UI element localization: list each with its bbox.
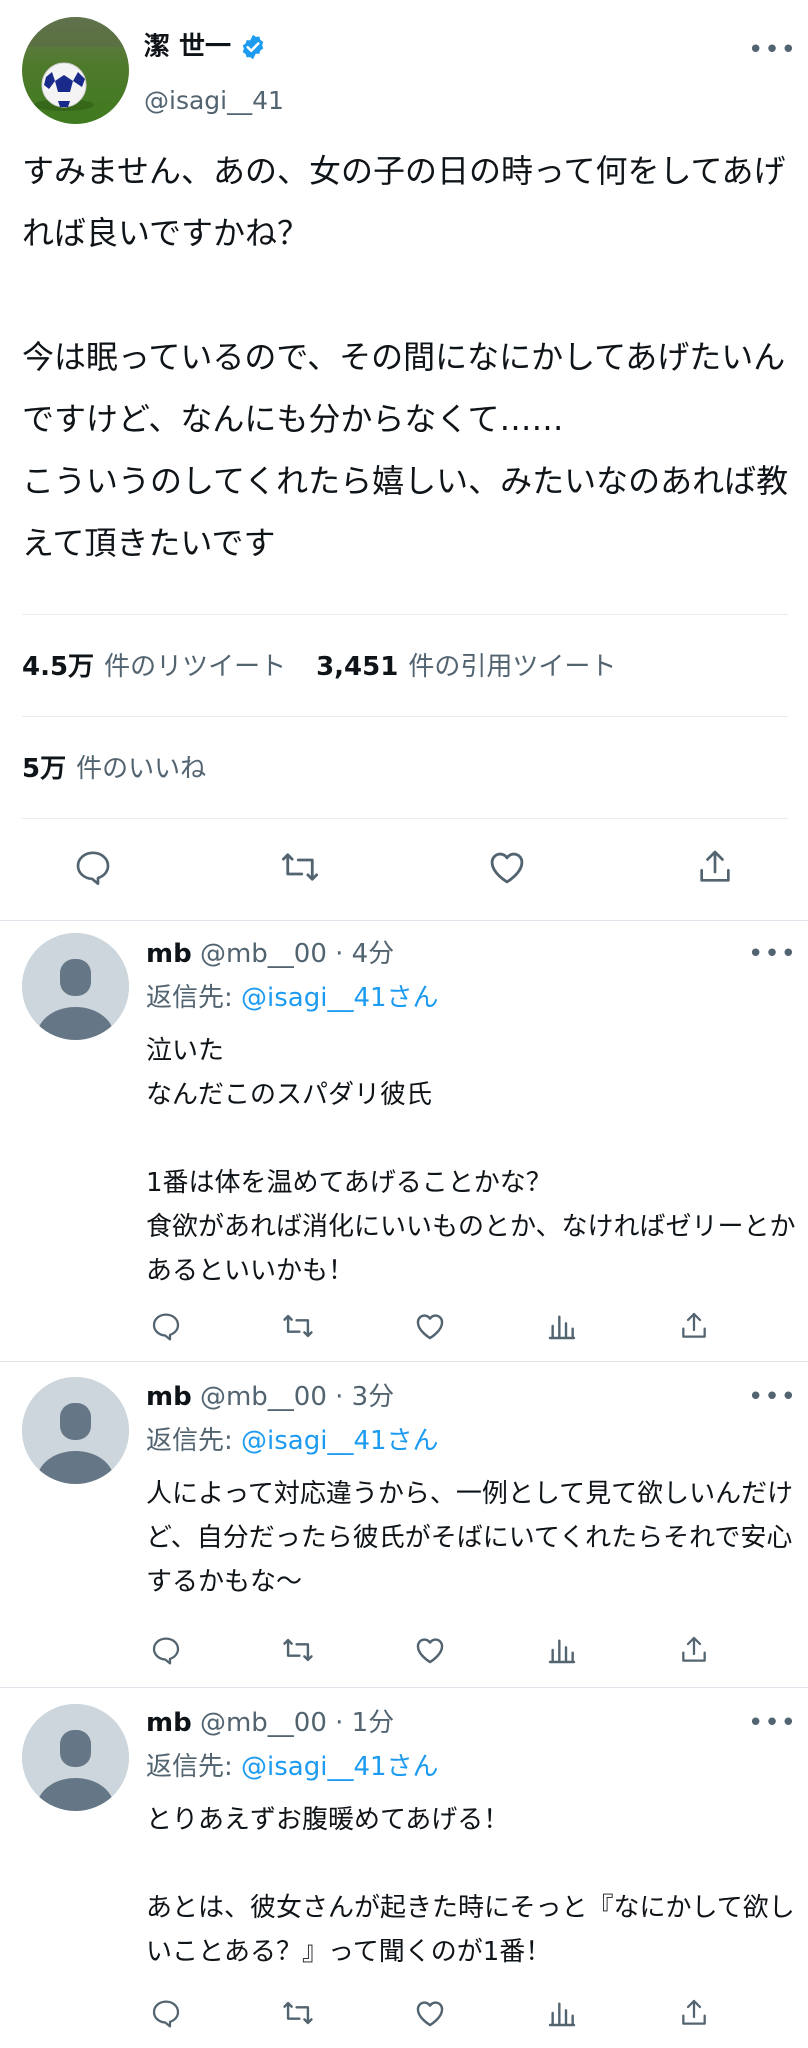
reply-to-line: 返信先: @isagi__41さん (146, 1424, 439, 1458)
reply-icon[interactable] (146, 1306, 186, 1346)
default-avatar-icon (22, 933, 129, 1040)
retweet-icon[interactable] (278, 1306, 318, 1346)
reply-to-line: 返信先: @isagi__41さん (146, 981, 439, 1015)
author-handle[interactable]: @isagi__41 (144, 84, 284, 118)
author-name[interactable]: 潔 世一 (144, 30, 267, 64)
soccer-ball-avatar-image (22, 17, 129, 124)
share-icon[interactable] (674, 1306, 714, 1346)
divider (22, 818, 788, 819)
retweet-icon[interactable] (278, 1993, 318, 2033)
share-icon[interactable] (674, 1630, 714, 1670)
author-handle[interactable]: @mb__00 (200, 1708, 327, 1738)
display-name: 潔 世一 (144, 32, 232, 62)
avatar[interactable] (22, 933, 129, 1040)
verified-badge-icon (242, 34, 264, 60)
reply-text: とりあえずお腹暖めてあげる！ あとは、彼女さんが起きた時にそっと『なにかして欲し… (146, 1805, 795, 1967)
display-name[interactable]: mb (146, 1382, 192, 1412)
analytics-icon[interactable] (542, 1993, 582, 2033)
avatar[interactable] (22, 17, 129, 124)
retweet-icon[interactable] (275, 842, 325, 892)
reply-to-label: 返信先: (146, 1426, 242, 1456)
author-handle[interactable]: @mb__00 (200, 939, 327, 969)
like-icon[interactable] (410, 1993, 450, 2033)
reply-action-bar (146, 1993, 736, 2033)
share-icon[interactable] (690, 842, 740, 892)
main-action-bar (0, 842, 808, 902)
analytics-icon[interactable] (542, 1306, 582, 1346)
tweet-text: すみません、あの、女の子の日の時って何をしてあげれば良いですかね？ 今は眠ってい… (22, 152, 789, 562)
reply-to-link[interactable]: @isagi__41さん (241, 1752, 439, 1782)
reply-action-bar (146, 1630, 736, 1670)
reply-to-label: 返信先: (146, 983, 242, 1013)
quotes-label: 件の引用ツイート (408, 652, 617, 682)
reply-icon[interactable] (146, 1993, 186, 2033)
reply-tweet[interactable]: mb @mb__00 · 3分 ••• 返信先: @isagi__41さん 人に… (0, 1362, 808, 1687)
more-options-icon[interactable]: ••• (748, 37, 797, 63)
more-options-icon[interactable]: ••• (748, 1384, 797, 1410)
reply-header: mb @mb__00 · 3分 (146, 1380, 394, 1414)
author-handle[interactable]: @mb__00 (200, 1382, 327, 1412)
retweets-count: 4.5万 (22, 652, 95, 682)
reply-tweet[interactable]: mb @mb__00 · 1分 ••• 返信先: @isagi__41さん とり… (0, 1688, 808, 2048)
reply-to-link[interactable]: @isagi__41さん (241, 983, 439, 1013)
timestamp[interactable]: · 3分 (335, 1382, 394, 1412)
display-name[interactable]: mb (146, 1708, 192, 1738)
likes-stats: 5万 件のいいね (22, 752, 236, 786)
timestamp[interactable]: · 4分 (335, 939, 394, 969)
divider (22, 614, 788, 615)
avatar[interactable] (22, 1704, 129, 1811)
reply-tweet[interactable]: mb @mb__00 · 4分 ••• 返信先: @isagi__41さん 泣い… (0, 921, 808, 1361)
retweet-icon[interactable] (278, 1630, 318, 1670)
like-icon[interactable] (482, 842, 532, 892)
retweets-label: 件のリツイート (104, 652, 287, 682)
analytics-icon[interactable] (542, 1630, 582, 1670)
share-icon[interactable] (674, 1993, 714, 2033)
divider (22, 716, 788, 717)
like-icon[interactable] (410, 1630, 450, 1670)
reply-text: 泣いた なんだこのスパダリ彼氏 1番は体を温めてあげることかな？ 食欲があれば消… (146, 1036, 796, 1286)
reply-to-line: 返信先: @isagi__41さん (146, 1750, 439, 1784)
reply-icon[interactable] (146, 1630, 186, 1670)
reply-to-link[interactable]: @isagi__41さん (241, 1426, 439, 1456)
likes-stat[interactable]: 5万 件のいいね (22, 752, 206, 786)
reply-header: mb @mb__00 · 4分 (146, 937, 394, 971)
display-name[interactable]: mb (146, 939, 192, 969)
more-options-icon[interactable]: ••• (748, 941, 797, 967)
like-icon[interactable] (410, 1306, 450, 1346)
reply-text: 人によって対応違うから、一例として見て欲しいんだけど、自分だったら彼氏がそばにい… (146, 1479, 794, 1597)
default-avatar-icon (22, 1704, 129, 1811)
quotes-stat[interactable]: 3,451 件の引用ツイート (316, 650, 616, 684)
retweets-stat[interactable]: 4.5万 件のリツイート (22, 650, 286, 684)
main-tweet: 潔 世一 @isagi__41 ••• すみません、あの、女の子の日の時って何を… (0, 0, 808, 920)
reply-icon[interactable] (68, 842, 118, 892)
likes-count: 5万 (22, 754, 67, 784)
avatar[interactable] (22, 1377, 129, 1484)
default-avatar-icon (22, 1377, 129, 1484)
reply-action-bar (146, 1306, 736, 1346)
timestamp[interactable]: · 1分 (335, 1708, 394, 1738)
likes-label: 件のいいね (76, 754, 207, 784)
retweet-quote-stats: 4.5万 件のリツイート 3,451 件の引用ツイート (22, 650, 646, 684)
quotes-count: 3,451 (316, 652, 399, 682)
more-options-icon[interactable]: ••• (748, 1710, 797, 1736)
reply-to-label: 返信先: (146, 1752, 242, 1782)
reply-header: mb @mb__00 · 1分 (146, 1706, 394, 1740)
